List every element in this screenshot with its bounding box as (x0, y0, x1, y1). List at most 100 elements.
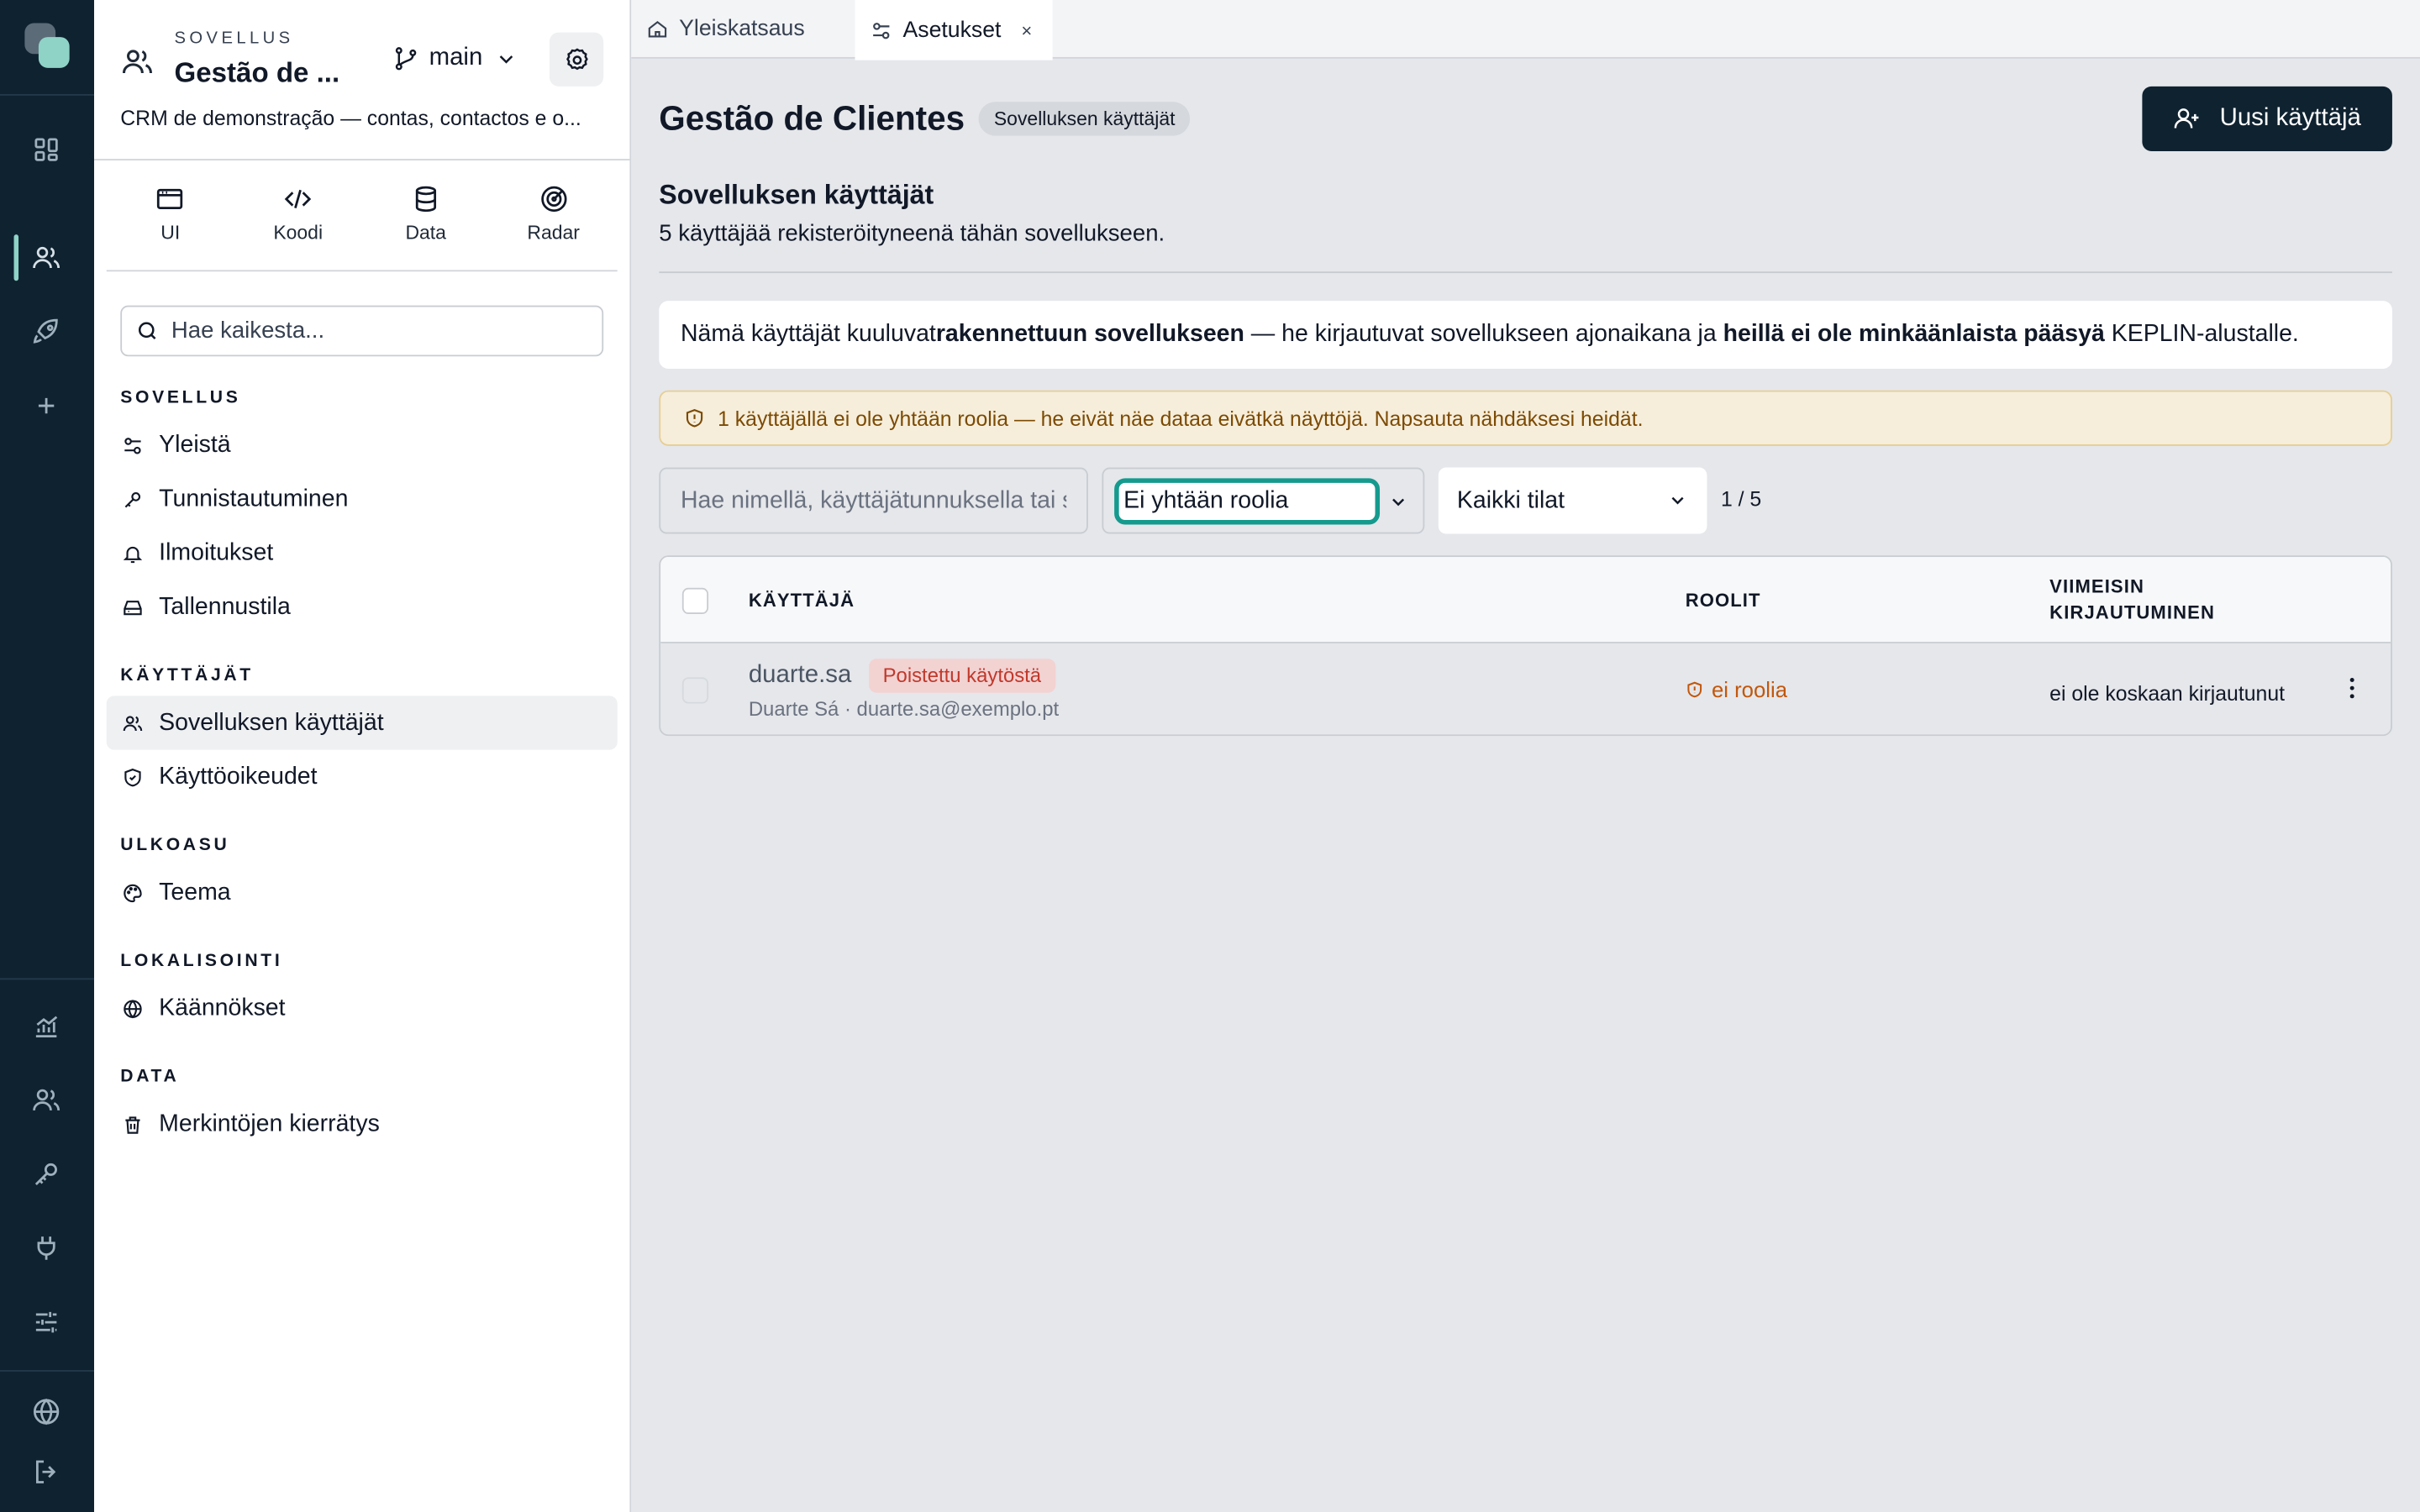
section-title: ULKOASU (120, 836, 230, 855)
sidebar-item-label: Merkintöjen kierrätys (159, 1110, 380, 1137)
result-count: 1 / 5 (1720, 487, 1762, 511)
key-icon[interactable] (31, 1158, 62, 1189)
table-header: KÄYTTÄJÄ ROOLIT VIIMEISIN KIRJAUTUMINEN (660, 557, 2391, 643)
trash-icon (122, 1113, 144, 1135)
status-filter-select[interactable]: Kaikki tilat (1438, 467, 1707, 534)
plug-icon[interactable] (31, 1233, 62, 1264)
chevron-down-icon (1386, 489, 1410, 513)
rocket-icon[interactable] (31, 317, 62, 348)
rail-divider (0, 1370, 95, 1372)
sidebar-item-label: Ilmoitukset (159, 538, 274, 566)
app-description: CRM de demonstração — contas, contactos … (120, 106, 581, 130)
sidebar-item-label: Käyttöoikeudet (159, 763, 318, 790)
info-text: Nämä käyttäjät kuuluvat (681, 321, 936, 348)
tab-settings[interactable]: Asetukset × (855, 0, 1053, 60)
page-badge: Sovelluksen käyttäjät (978, 102, 1191, 136)
sliders-icon[interactable] (31, 1307, 62, 1338)
sidebar-item-recycle-bin[interactable]: Merkintöjen kierrätys (107, 1097, 618, 1151)
sidebar-item-storage[interactable]: Tallennustila (107, 580, 618, 634)
settings-sidebar: SOVELLUS Gestão de ... main CRM de demon… (94, 0, 632, 1512)
app-kicker: SOVELLUS (174, 29, 294, 48)
palette-icon (122, 882, 144, 904)
info-bold: heillä ei ole minkäänlaista pääsyä (1723, 321, 2105, 348)
bell-icon (122, 543, 144, 564)
mode-data[interactable]: Data (362, 160, 490, 270)
shield-alert-icon (1686, 680, 1704, 699)
sidebar-item-label: Yleistä (159, 431, 231, 458)
plus-icon[interactable] (31, 391, 62, 422)
global-search[interactable] (120, 305, 604, 357)
new-user-button[interactable]: Uusi käyttäjä (2142, 86, 2392, 151)
sidebar-item-label: Käännökset (159, 994, 286, 1021)
user-search[interactable] (659, 467, 1088, 534)
no-role-warning[interactable]: 1 käyttäjällä ei ole yhtään roolia — he … (659, 390, 2392, 446)
sidebar-item-theme[interactable]: Teema (107, 865, 618, 919)
row-checkbox[interactable] (681, 677, 709, 704)
sidebar-item-permissions[interactable]: Käyttöoikeudet (107, 750, 618, 804)
more-vertical-icon[interactable] (2338, 675, 2366, 702)
select-all-checkbox[interactable] (681, 587, 709, 615)
section-title: DATA (120, 1068, 180, 1087)
branch-selector[interactable]: main (392, 45, 520, 72)
database-icon (410, 184, 441, 215)
chart-icon[interactable] (31, 1011, 62, 1042)
app-name: Gestão de ... (174, 56, 340, 88)
sidebar-item-authentication[interactable]: Tunnistautuminen (107, 472, 618, 526)
global-search-input[interactable] (171, 318, 588, 344)
users-icon[interactable] (31, 242, 62, 273)
shield-check-icon (122, 766, 144, 788)
app-settings-button[interactable] (549, 32, 604, 87)
new-user-label: Uusi käyttäjä (2219, 104, 2361, 132)
mode-label: UI (160, 222, 181, 244)
table-row[interactable]: duarte.sa Poistettu käytöstä Duarte Sá ·… (660, 643, 2391, 735)
rail-divider (0, 94, 95, 96)
hard-drive-icon (122, 596, 144, 618)
chevron-down-icon (1665, 487, 1690, 512)
role-text: ei roolia (1711, 677, 1787, 702)
info-text: — he kirjautuvat sovellukseen ajonaikana… (1244, 321, 1723, 348)
column-header-roles[interactable]: ROOLIT (1686, 590, 1761, 612)
tab-label: Asetukset (902, 18, 1002, 43)
last-login: ei ole koskaan kirjautunut (2049, 681, 2285, 706)
logo[interactable] (24, 23, 71, 70)
team-icon[interactable] (31, 1084, 62, 1116)
status-badge: Poistettu käytöstä (869, 659, 1055, 693)
globe-icon[interactable] (31, 1396, 62, 1427)
logout-icon[interactable] (31, 1457, 62, 1488)
tab-overview[interactable]: Yleiskatsaus (631, 0, 855, 59)
info-bold: rakennettuun sovellukseen (935, 321, 1244, 348)
users-table: KÄYTTÄJÄ ROOLIT VIIMEISIN KIRJAUTUMINEN … (659, 555, 2392, 737)
icon-rail (0, 0, 95, 1512)
rail-active-indicator (13, 234, 19, 281)
apps-grid-icon[interactable] (31, 134, 62, 165)
sidebar-item-label: Tallennustila (159, 593, 291, 620)
sidebar-item-general[interactable]: Yleistä (107, 418, 618, 472)
column-header-last-login[interactable]: VIIMEISIN KIRJAUTUMINEN (2049, 575, 2215, 623)
column-header-line: KIRJAUTUMINEN (2049, 601, 2215, 624)
tab-label: Yleiskatsaus (679, 17, 805, 42)
role-filter-select[interactable]: Ei yhtään roolia (1102, 467, 1425, 534)
sidebar-item-label: Teema (159, 879, 231, 906)
divider (659, 271, 2392, 274)
mode-radar[interactable]: Radar (490, 160, 618, 270)
globe-icon (122, 997, 144, 1019)
mode-label: Radar (527, 222, 580, 244)
status-filter-value: Kaikki tilat (1456, 486, 1565, 513)
sidebar-item-notifications[interactable]: Ilmoitukset (107, 526, 618, 580)
mode-ui[interactable]: UI (107, 160, 234, 270)
role-filter-value[interactable]: Ei yhtään roolia (1114, 478, 1381, 525)
user-meta: Duarte Sá · duarte.sa@exemplo.pt (748, 697, 1060, 721)
user-search-input[interactable] (660, 469, 1087, 533)
column-header-line: VIIMEISIN (2049, 575, 2144, 597)
sidebar-item-app-users[interactable]: Sovelluksen käyttäjät (106, 696, 618, 750)
user-username: duarte.sa (748, 661, 852, 689)
chevron-down-icon (492, 45, 519, 72)
column-header-user[interactable]: KÄYTTÄJÄ (749, 590, 855, 612)
section-description: 5 käyttäjää rekisteröityneenä tähän sove… (659, 220, 1165, 247)
sidebar-item-translations[interactable]: Käännökset (107, 981, 618, 1035)
home-icon (647, 18, 669, 40)
close-icon[interactable]: × (1021, 19, 1032, 41)
mode-label: Koodi (273, 222, 324, 244)
sliders-icon (122, 434, 144, 456)
mode-code[interactable]: Koodi (234, 160, 362, 270)
